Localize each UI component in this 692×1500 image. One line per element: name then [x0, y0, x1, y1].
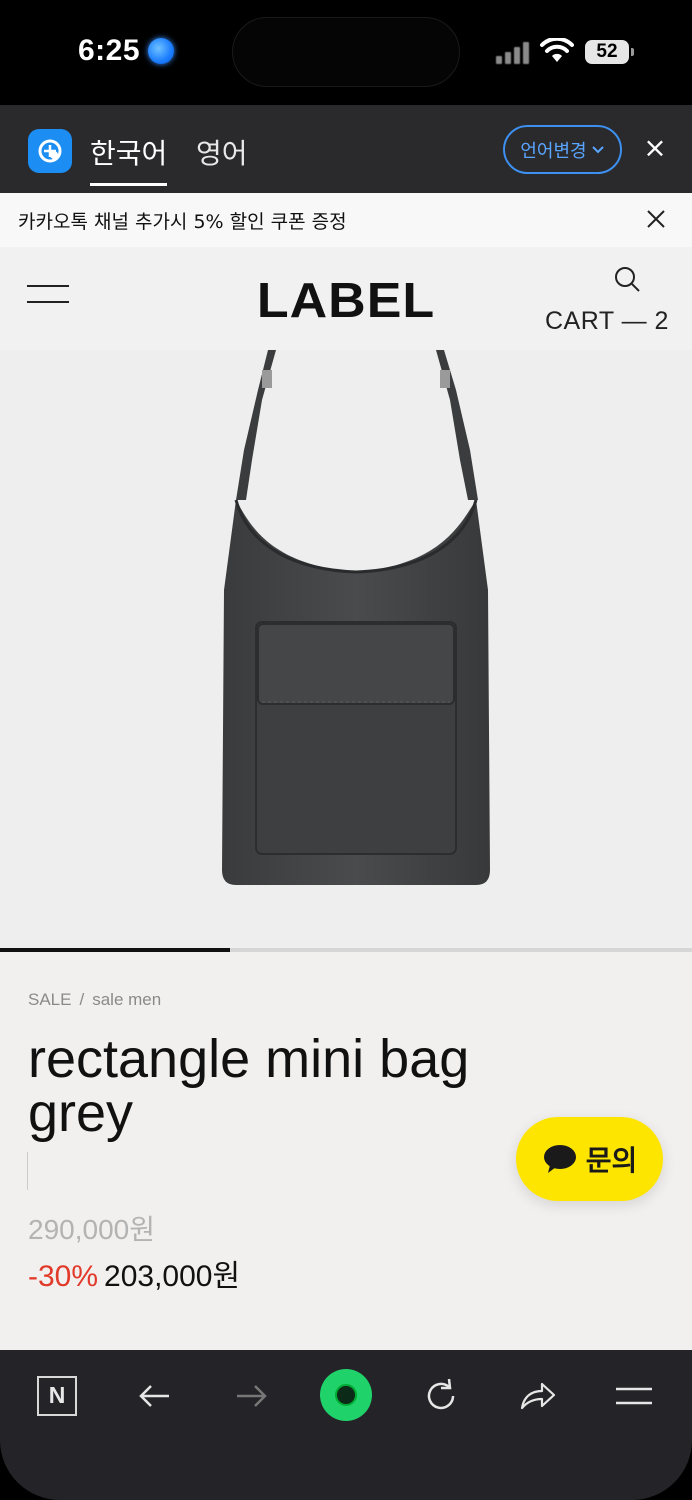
chat-bubble-icon [543, 1145, 576, 1173]
product-title-line2: grey [28, 1083, 134, 1143]
close-icon[interactable]: × [640, 133, 670, 163]
tab-korean[interactable]: 한국어 [90, 132, 168, 186]
close-icon[interactable] [640, 203, 672, 235]
product-title: rectangle mini bag grey [28, 1032, 588, 1140]
menu-icon[interactable] [612, 1374, 656, 1418]
back-arrow-icon[interactable] [133, 1374, 177, 1418]
translate-bar: 한국어 영어 언어변경 × [0, 105, 692, 193]
product-info: SALE / sale men rectangle mini bag grey 29… [0, 952, 692, 1350]
browser-toolbar: N [0, 1350, 692, 1500]
change-language-button[interactable]: 언어변경 [503, 125, 622, 174]
inquiry-label: 문의 [585, 1144, 638, 1177]
share-icon[interactable] [516, 1374, 560, 1418]
site-logo[interactable]: LABEL [236, 273, 456, 330]
cart-link[interactable]: CART — 2 [545, 307, 669, 336]
original-price: 290,000원 [28, 1214, 155, 1245]
change-language-label: 언어변경 [520, 140, 587, 162]
forward-arrow-icon[interactable] [229, 1374, 273, 1418]
signal-icon [496, 40, 532, 64]
breadcrumb-sale[interactable]: SALE [28, 990, 71, 1009]
dynamic-island [232, 17, 460, 87]
chevron-down-icon [591, 145, 604, 153]
reload-icon[interactable] [419, 1374, 463, 1418]
hamburger-icon[interactable] [27, 285, 69, 305]
product-image[interactable] [0, 350, 692, 948]
battery-icon: 52 [585, 40, 634, 64]
sale-price: 203,000원 [104, 1260, 241, 1293]
breadcrumb-separator: / [79, 990, 85, 1009]
sale-price-row: -30% 203,000원 [28, 1251, 240, 1295]
promo-banner: 카카오톡 채널 추가시 5% 할인 쿠폰 증정 [0, 193, 692, 247]
bag-image [222, 350, 490, 885]
status-bar: 6:25 52 [0, 0, 692, 105]
divider [27, 1152, 28, 1190]
papago-icon[interactable] [28, 129, 72, 173]
status-time: 6:25 [78, 34, 141, 67]
promo-text: 카카오톡 채널 추가시 5% 할인 쿠폰 증정 [18, 211, 347, 233]
search-icon[interactable] [612, 264, 642, 294]
kakao-inquiry-button[interactable]: 문의 [516, 1117, 663, 1201]
product-title-line1: rectangle mini bag [28, 1029, 470, 1089]
discount-rate: -30% [28, 1260, 99, 1293]
naver-n-icon[interactable]: N [37, 1376, 77, 1416]
green-dot-icon[interactable] [320, 1369, 372, 1421]
wifi-icon [540, 38, 574, 62]
site-header: LABEL CART — 2 [0, 247, 692, 350]
tab-english[interactable]: 영어 [196, 132, 248, 172]
breadcrumb-sale-men[interactable]: sale men [92, 990, 161, 1009]
location-icon [148, 38, 174, 64]
breadcrumb: SALE / sale men [28, 990, 161, 1010]
